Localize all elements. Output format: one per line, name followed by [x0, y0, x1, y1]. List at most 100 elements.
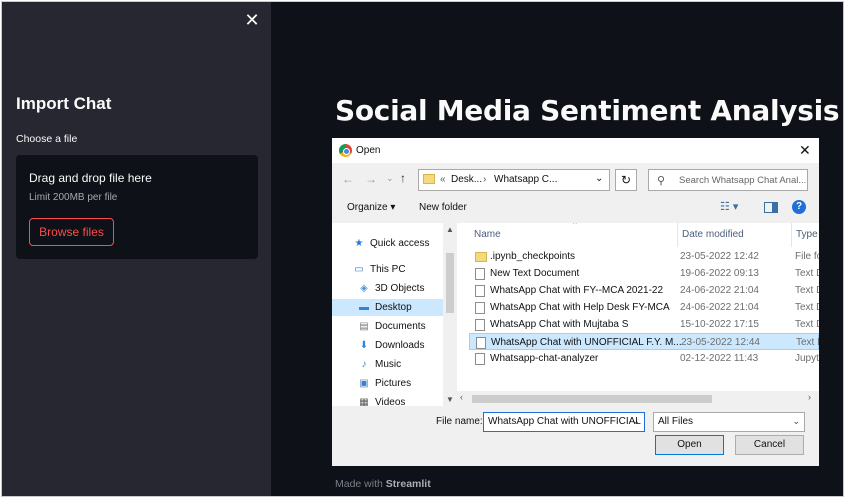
- file-type: Jupyt: [795, 353, 819, 364]
- folder-icon: [423, 174, 435, 184]
- close-sidebar-icon[interactable]: ✕: [244, 11, 260, 29]
- nav-label: Documents: [375, 321, 426, 332]
- chevron-down-icon: ⌄: [792, 416, 800, 426]
- preview-pane-icon[interactable]: [764, 202, 778, 213]
- dialog-titlebar: Open ✕: [332, 138, 819, 163]
- sidebar-title: Import Chat: [16, 94, 112, 113]
- file-type: Text D: [795, 319, 819, 330]
- file-name-value: WhatsApp Chat with UNOFFICIAL: [488, 416, 641, 427]
- scroll-right-icon[interactable]: ›: [808, 392, 811, 402]
- file-row[interactable]: Whatsapp-chat-analyzer 02-12-2022 11:43 Ju…: [469, 350, 819, 367]
- nav-label: 3D Objects: [375, 283, 425, 294]
- cancel-button[interactable]: Cancel: [735, 435, 804, 455]
- file-name: WhatsApp Chat with FY--MCA 2021-22: [490, 285, 664, 296]
- scroll-left-icon[interactable]: ‹: [460, 392, 463, 402]
- column-header-date[interactable]: Date modified: [682, 229, 744, 240]
- path-separator-icon: ›: [483, 174, 487, 185]
- file-row[interactable]: WhatsApp Chat with Mujtaba S 15-10-2022 1…: [469, 316, 819, 333]
- back-arrow-icon[interactable]: ←: [342, 172, 354, 186]
- nav-item-pictures[interactable]: ▣ Pictures: [357, 375, 411, 392]
- dropzone-limit: Limit 200MB per file: [29, 192, 118, 203]
- nav-scrollbar[interactable]: ▲ ▼: [443, 223, 457, 406]
- file-row-selected[interactable]: WhatsApp Chat with UNOFFICIAL F.Y. M... 2…: [469, 333, 819, 350]
- column-divider[interactable]: [791, 223, 792, 247]
- file-dropzone[interactable]: Drag and drop file here Limit 200MB per …: [16, 155, 258, 259]
- navigation-pane: ★ Quick access ▭ This PC ◈ 3D Objects ▬ Desk…: [332, 223, 457, 406]
- footer-brand-link[interactable]: Streamlit: [386, 478, 431, 490]
- address-dropdown-icon[interactable]: ⌄: [595, 173, 603, 184]
- nav-item-this-pc[interactable]: ▭ This PC: [352, 261, 405, 278]
- file-name: New Text Document: [490, 268, 580, 279]
- nav-item-3d-objects[interactable]: ◈ 3D Objects: [357, 280, 424, 297]
- column-header-name[interactable]: Name: [474, 229, 501, 240]
- forward-arrow-icon[interactable]: →: [365, 172, 377, 186]
- help-icon[interactable]: ?: [792, 200, 806, 214]
- notebook-file-icon: [475, 353, 485, 365]
- file-date: 02-12-2022 11:43: [680, 353, 759, 364]
- footer-text: Made with: [335, 478, 383, 490]
- path-segment-folder[interactable]: Whatsapp C...: [494, 174, 557, 185]
- nav-label: Desktop: [375, 302, 412, 313]
- desktop-icon: ▬: [359, 302, 369, 313]
- app-window: ✕ Import Chat Choose a file Drag and dro…: [1, 1, 844, 497]
- file-name: Whatsapp-chat-analyzer: [490, 353, 599, 364]
- view-options-icon[interactable]: ☷ ▾: [720, 200, 738, 213]
- file-row[interactable]: WhatsApp Chat with FY--MCA 2021-22 24-06-…: [469, 282, 819, 299]
- search-box[interactable]: ⚲ Search Whatsapp Chat Anal...: [648, 169, 808, 191]
- file-type: Text D: [795, 285, 819, 296]
- nav-item-videos[interactable]: ▦ Videos: [357, 394, 405, 406]
- star-icon: ★: [354, 238, 364, 249]
- nav-item-downloads[interactable]: ⬇ Downloads: [357, 337, 425, 354]
- footer: Made with Streamlit: [335, 478, 431, 490]
- up-arrow-icon[interactable]: ↑: [400, 171, 406, 185]
- dialog-close-icon[interactable]: ✕: [799, 142, 811, 159]
- horizontal-scrollbar[interactable]: ‹ ›: [457, 391, 819, 406]
- nav-label: Quick access: [370, 238, 430, 249]
- nav-item-documents[interactable]: ▤ Documents: [357, 318, 426, 335]
- chevron-down-icon[interactable]: ⌄: [632, 416, 640, 427]
- nav-item-music[interactable]: ♪ Music: [357, 356, 402, 373]
- sidebar: ✕ Import Chat Choose a file Drag and dro…: [2, 2, 271, 496]
- music-icon: ♪: [361, 359, 367, 370]
- document-icon: ▤: [359, 321, 369, 332]
- file-name-input[interactable]: WhatsApp Chat with UNOFFICIAL ⌄: [483, 412, 645, 432]
- file-type-select[interactable]: All Files ⌄: [653, 412, 805, 432]
- sort-ascending-icon: ⌃: [571, 223, 579, 230]
- search-icon: ⚲: [657, 175, 666, 187]
- recent-dropdown-icon[interactable]: ⌄: [386, 173, 394, 184]
- download-icon: ⬇: [359, 340, 369, 351]
- nav-scroll-thumb[interactable]: [446, 253, 454, 313]
- file-row[interactable]: New Text Document 19-06-2022 09:13 Text D: [469, 265, 819, 282]
- path-overflow-icon[interactable]: «: [440, 174, 446, 185]
- text-file-icon: [475, 302, 485, 314]
- scroll-up-icon[interactable]: ▲: [446, 225, 454, 234]
- scroll-down-icon[interactable]: ▼: [446, 395, 454, 404]
- organize-menu[interactable]: Organize ▾: [347, 202, 395, 213]
- page-title: Social Media Sentiment Analysis: [335, 94, 840, 127]
- browse-files-button[interactable]: Browse files: [29, 218, 114, 246]
- path-segment-desktop[interactable]: Desk...: [451, 174, 482, 185]
- nav-item-quick-access[interactable]: ★ Quick access: [352, 235, 430, 252]
- nav-label: Music: [375, 359, 402, 370]
- file-row[interactable]: .ipynb_checkpoints 23-05-2022 12:42 File f…: [469, 248, 819, 265]
- file-list: ⌃ Name Date modified Type .ipynb_checkpo…: [457, 223, 819, 406]
- open-button[interactable]: Open: [655, 435, 724, 455]
- file-date: 15-10-2022 17:15: [680, 319, 759, 330]
- column-header-type[interactable]: Type: [796, 229, 818, 240]
- column-divider[interactable]: [677, 223, 678, 247]
- nav-item-desktop[interactable]: ▬ Desktop: [357, 299, 412, 316]
- text-file-icon: [475, 285, 485, 297]
- horizontal-scroll-thumb[interactable]: [472, 395, 712, 403]
- file-date: 24-06-2022 21:04: [680, 285, 759, 296]
- address-bar[interactable]: « Desk... › Whatsapp C... ⌄: [418, 169, 610, 191]
- refresh-icon[interactable]: ↻: [615, 169, 637, 191]
- file-date: 24-06-2022 21:04: [680, 302, 759, 313]
- nav-label: Downloads: [375, 340, 425, 351]
- cube-icon: ◈: [360, 283, 368, 294]
- file-row[interactable]: WhatsApp Chat with Help Desk FY-MCA 24-06…: [469, 299, 819, 316]
- chrome-icon: [339, 144, 352, 157]
- new-folder-button[interactable]: New folder: [419, 202, 467, 213]
- file-type: Text D: [795, 268, 819, 279]
- text-file-icon: [475, 319, 485, 331]
- nav-label: Videos: [375, 397, 406, 406]
